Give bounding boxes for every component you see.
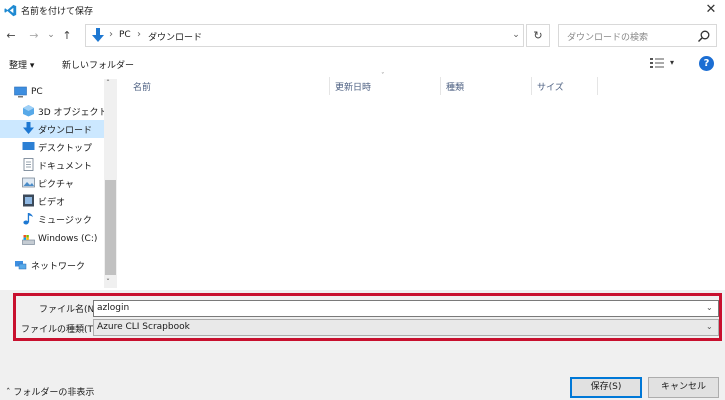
pictures-icon: [22, 177, 35, 188]
breadcrumb-separator: ›: [137, 29, 141, 40]
sidebar-scroll-thumb[interactable]: [105, 180, 116, 275]
file-list-area[interactable]: [118, 95, 725, 290]
column-divider[interactable]: [440, 77, 441, 95]
breadcrumb-separator: ›: [109, 29, 113, 40]
sidebar-item-downloads[interactable]: ダウンロード: [0, 120, 104, 138]
refresh-icon[interactable]: ↻: [526, 24, 550, 47]
back-arrow-icon[interactable]: ←: [4, 29, 18, 43]
search-icon[interactable]: [697, 29, 711, 43]
new-folder-button[interactable]: 新しいフォルダー: [62, 58, 134, 71]
sidebar-item-label: ダウンロード: [38, 126, 93, 136]
column-divider[interactable]: [531, 77, 532, 95]
scroll-up-icon[interactable]: ˆ: [106, 79, 110, 88]
hide-folders-button[interactable]: ˆ フォルダーの非表示: [6, 385, 94, 398]
sidebar-item-music[interactable]: ミュージック: [0, 210, 104, 228]
breadcrumb-pc[interactable]: PC: [119, 30, 131, 40]
title-bar: 名前を付けて保存 ✕: [0, 0, 725, 21]
search-box[interactable]: ダウンロードの検索: [558, 24, 717, 47]
scroll-down-icon[interactable]: ˇ: [106, 278, 110, 287]
desktop-icon: [22, 142, 35, 150]
highlight-box: [13, 293, 722, 341]
column-header-modified[interactable]: 更新日時: [335, 80, 371, 93]
drive-icon: [22, 235, 35, 245]
address-dropdown-icon[interactable]: ⌄: [511, 30, 521, 40]
up-arrow-icon[interactable]: ↑: [60, 29, 74, 43]
network-icon: [15, 261, 27, 270]
music-icon: [23, 213, 33, 225]
sidebar-item-label: ミュージック: [38, 216, 92, 226]
sidebar-item-label: デスクトップ: [38, 144, 93, 154]
download-icon: [23, 122, 34, 134]
documents-icon: [23, 158, 34, 171]
sidebar-item-pc[interactable]: PC: [0, 84, 104, 102]
help-icon[interactable]: ?: [699, 56, 714, 71]
pc-icon: [14, 86, 27, 98]
organize-button[interactable]: 整理 ▾: [9, 58, 34, 71]
sidebar-item-label: Windows (C:): [38, 234, 98, 244]
sidebar-item-label: PC: [31, 87, 43, 97]
search-input[interactable]: ダウンロードの検索: [567, 30, 648, 43]
download-icon: [92, 28, 104, 42]
breadcrumb-downloads[interactable]: ダウンロード: [148, 30, 202, 43]
recent-locations-icon[interactable]: ⌄: [44, 28, 58, 42]
sidebar-item-label: ピクチャ: [38, 180, 74, 190]
sidebar-item-pictures[interactable]: ピクチャ: [0, 174, 104, 192]
vscode-icon: [4, 4, 17, 17]
close-icon[interactable]: ✕: [702, 1, 720, 19]
sidebar-item-label: ビデオ: [38, 198, 66, 208]
column-header-name[interactable]: 名前: [133, 80, 151, 93]
view-dropdown-icon[interactable]: ▾: [670, 58, 674, 67]
column-divider[interactable]: [329, 77, 330, 95]
sidebar-item-documents[interactable]: ドキュメント: [0, 156, 104, 174]
window-title: 名前を付けて保存: [21, 7, 94, 17]
sidebar-item-network[interactable]: ネットワーク: [0, 256, 104, 274]
address-bar[interactable]: › PC › ダウンロード: [85, 24, 524, 47]
column-divider[interactable]: [597, 77, 598, 95]
sidebar-item-label: 3D オブジェクト: [38, 108, 108, 118]
sidebar-item-label: ネットワーク: [31, 262, 86, 272]
column-header-size[interactable]: サイズ: [537, 80, 564, 93]
save-button[interactable]: 保存(S): [570, 377, 642, 398]
sidebar-item-videos[interactable]: ビデオ: [0, 192, 104, 210]
video-icon: [23, 194, 34, 207]
sort-indicator-icon: ˇ: [381, 72, 385, 80]
sidebar-item-windows-c[interactable]: Windows (C:): [0, 231, 104, 249]
view-options-icon[interactable]: [650, 57, 664, 69]
cancel-button[interactable]: キャンセル: [648, 377, 719, 398]
forward-arrow-icon[interactable]: →: [27, 29, 41, 43]
3d-objects-icon: [23, 105, 34, 117]
sidebar-item-3d-objects[interactable]: 3D オブジェクト: [0, 102, 108, 120]
sidebar-item-desktop[interactable]: デスクトップ: [0, 138, 104, 156]
column-header-type[interactable]: 種類: [446, 80, 464, 93]
sidebar-item-label: ドキュメント: [38, 162, 93, 172]
